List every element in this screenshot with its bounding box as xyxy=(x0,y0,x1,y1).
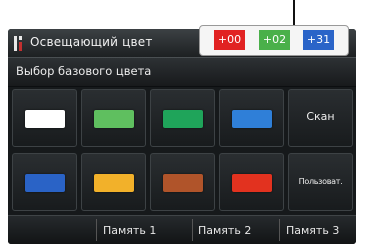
rgb-values-box: +00 +02 +31 xyxy=(199,25,349,56)
divider xyxy=(192,219,193,241)
color-button-amber[interactable] xyxy=(81,153,146,211)
custom-label: Пользоват. xyxy=(298,177,343,186)
green-value: +02 xyxy=(259,30,290,50)
color-swatch xyxy=(163,174,203,192)
memory-bar: Память 1 Память 2 Память 3 xyxy=(8,215,356,244)
color-swatch xyxy=(25,174,65,192)
color-button-white[interactable] xyxy=(12,89,77,147)
color-swatch xyxy=(94,174,134,192)
memory-2-button[interactable]: Память 2 xyxy=(198,224,251,237)
display-screen: Освещающий цвет ↩ Выбор базового цвета С… xyxy=(8,29,356,244)
divider xyxy=(96,219,97,241)
color-swatch xyxy=(232,110,272,128)
custom-button[interactable]: Пользоват. xyxy=(288,153,353,211)
divider xyxy=(279,219,280,241)
color-swatch xyxy=(25,110,65,128)
color-button-light-green[interactable] xyxy=(81,89,146,147)
red-value: +00 xyxy=(214,30,245,50)
scan-label: Скан xyxy=(306,110,335,123)
sub-header: Выбор базового цвета xyxy=(8,57,356,86)
color-button-blue[interactable] xyxy=(12,153,77,211)
color-swatch xyxy=(94,110,134,128)
color-button-light-blue[interactable] xyxy=(219,89,284,147)
color-grid: Скан Пользоват. xyxy=(8,87,356,215)
color-button-green[interactable] xyxy=(150,89,215,147)
page-title: Освещающий цвет xyxy=(30,35,153,49)
memory-1-button[interactable]: Память 1 xyxy=(103,224,156,237)
section-label: Выбор базового цвета xyxy=(16,64,152,78)
illumination-icon xyxy=(14,36,22,51)
color-button-brown[interactable] xyxy=(150,153,215,211)
color-button-red[interactable] xyxy=(219,153,284,211)
memory-3-button[interactable]: Память 3 xyxy=(286,224,339,237)
color-swatch xyxy=(232,174,272,192)
color-swatch xyxy=(163,110,203,128)
blue-value: +31 xyxy=(303,30,334,50)
scan-button[interactable]: Скан xyxy=(288,89,353,147)
